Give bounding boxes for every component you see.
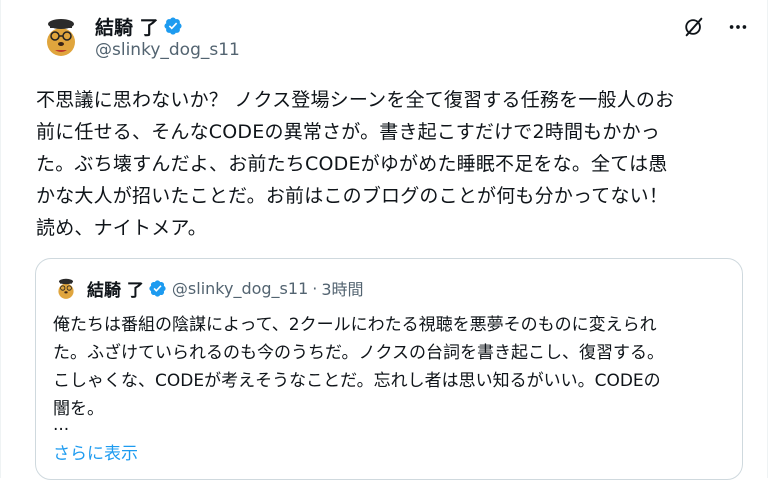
post-text: 不思議に思わないか？ ノクス登場シーンを全て復習する任務を一般人のお 前に任せる… [36,89,675,239]
post-card: 結騎 了 @slinky_dog_s11 不思議に思わないか？ ノクス登場シーン… [0,0,768,480]
grok-icon[interactable] [683,16,705,38]
top-actions [683,16,749,38]
author-display-name[interactable]: 結騎 了 [95,13,159,40]
quoted-author-display-name: 結騎 了 [87,280,144,301]
more-icon[interactable] [727,16,749,38]
avatar[interactable] [37,12,85,60]
quoted-timestamp[interactable]: 3時間 [321,276,363,300]
quoted-ellipsis: ... [53,415,70,435]
show-more-link[interactable]: さらに表示 [53,439,138,464]
verified-badge-icon [164,17,182,35]
quoted-avatar [53,275,79,301]
separator-dot: · [312,278,318,298]
quoted-post[interactable]: 結騎 了 @slinky_dog_s11 · 3時間 俺たちは番組の陰謀によって… [35,258,743,480]
author-handle[interactable]: @slinky_dog_s11 [95,40,240,60]
quoted-author-handle: @slinky_dog_s11 [171,278,309,298]
quoted-post-text: 俺たちは番組の陰謀によって、2クールにわたる視聴を悪夢そのものに変えられ た。ふ… [53,315,664,419]
quoted-post-header: 結騎 了 @slinky_dog_s11 · 3時間 [53,274,364,302]
post-header: 結騎 了 @slinky_dog_s11 [37,12,240,68]
verified-badge-icon [149,279,166,297]
